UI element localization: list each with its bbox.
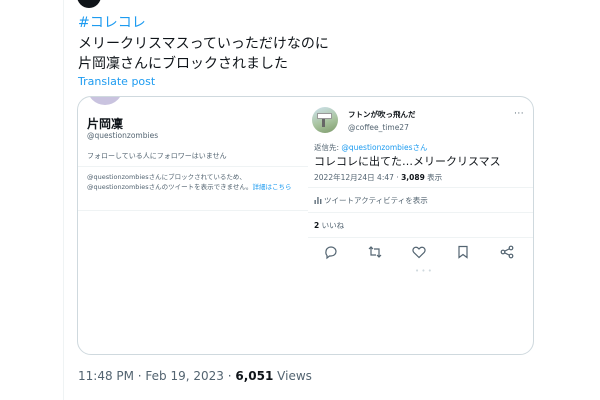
reply-meta: 2022年12月24日 4:47 · 3,089 表示 (314, 172, 442, 183)
likes-label: いいね (319, 221, 345, 230)
profile-handle: @questionzombies (87, 131, 159, 140)
reply-icon (325, 246, 337, 260)
tweet-timestamp-views: 11:48 PM · Feb 19, 2023 · 6,051 Views (78, 369, 312, 383)
divider (308, 237, 533, 238)
reply-date: 2022年12月24日 4:47 · (314, 173, 402, 182)
blocked-message-line-2: @questionzombiesさんのツイートを表示できません。 (87, 183, 253, 191)
translate-post-link[interactable]: Translate post (78, 75, 155, 88)
tweet-timestamp[interactable]: 11:48 PM · Feb 19, 2023 · (78, 369, 235, 383)
share-icon (500, 245, 514, 259)
likes-summary: 2 いいね (314, 220, 344, 231)
reply-author-avatar (312, 107, 338, 133)
tweet-text-line-1: メリークリスマスっていっただけなのに (78, 36, 329, 52)
details-link: 詳細はこちら (252, 183, 292, 191)
blocked-message-line-1: @questionzombiesさんにブロックされているため、 (87, 173, 246, 181)
timeline-border (63, 0, 64, 400)
views-count: 6,051 (235, 369, 274, 383)
blocked-profile-screenshot: 片岡凜 @questionzombies フォローしている人にフォロワーはいませ… (78, 97, 308, 217)
like-icon (412, 246, 426, 259)
reply-author-name: フトンが吹っ飛んだ (348, 110, 416, 119)
divider (308, 212, 533, 213)
analytics-icon (314, 197, 322, 204)
pagination-dots: • • • (415, 267, 432, 275)
divider (78, 166, 308, 167)
action-bar (308, 242, 533, 262)
reply-author-handle: @coffee_time27 (348, 123, 409, 132)
tweet-activity-label: ツイートアクティビティを表示 (324, 196, 428, 205)
follower-note: フォローしている人にフォロワーはいません (87, 152, 227, 160)
profile-avatar (87, 97, 123, 105)
hashtag-link[interactable]: #コレコレ (78, 14, 146, 32)
views-label: Views (273, 369, 312, 383)
bookmark-icon (458, 245, 468, 259)
replying-to-prefix: 返信先: (314, 143, 342, 152)
more-options-icon: ··· (514, 109, 525, 119)
reply-views-count: 3,089 (401, 173, 425, 182)
profile-name: 片岡凜 (87, 117, 124, 131)
divider (78, 210, 308, 211)
reply-views-label: 表示 (424, 173, 443, 182)
author-avatar[interactable] (77, 0, 101, 8)
tweet-activity: ツイートアクティビティを表示 (314, 195, 428, 206)
tweet-page: #コレコレ メリークリスマスっていっただけなのに 片岡凜さんにブロックされました… (0, 0, 600, 400)
retweet-icon (368, 246, 382, 258)
reply-tweet-screenshot: フトンが吹っ飛んだ @coffee_time27 ··· 返信先: @quest… (308, 97, 533, 354)
divider (308, 187, 533, 188)
reply-text: コレコレに出てた…メリークリスマス (314, 155, 501, 168)
replying-to: 返信先: @questionzombiesさん (314, 142, 428, 153)
blocked-message: @questionzombiesさんにブロックされているため、 @questio… (87, 172, 299, 192)
replying-to-mention: @questionzombiesさん (341, 143, 428, 152)
tweet-text-line-2: 片岡凜さんにブロックされました (78, 56, 288, 72)
attached-image[interactable]: 片岡凜 @questionzombies フォローしている人にフォロワーはいませ… (77, 96, 534, 355)
